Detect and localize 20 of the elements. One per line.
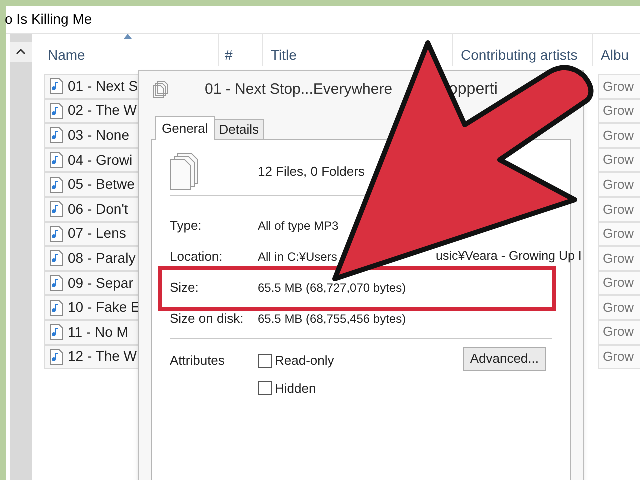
- table-cell: Grow: [598, 74, 640, 99]
- table-cell: Grow: [598, 295, 640, 320]
- table-cell: Grow: [598, 123, 640, 148]
- table-cell: Grow: [598, 98, 640, 124]
- field-value: All of type MP3: [258, 218, 339, 234]
- table-cell: Grow: [598, 196, 640, 222]
- table-cell: Grow: [598, 148, 640, 172]
- table-cell: Grow: [598, 320, 640, 345]
- field-value: usic¥Veara - Growing Up I: [436, 248, 582, 266]
- table-cell: Grow: [598, 270, 640, 296]
- field-value: 65.5 MB (68,727,070 bytes): [258, 280, 406, 296]
- summary-text: 12 Files, 0 Folders: [258, 162, 365, 181]
- table-cell: Grow: [598, 246, 640, 271]
- field-value: All in C:¥Users: [258, 248, 338, 266]
- window-title: o Is Killing Me: [5, 10, 92, 29]
- dialog-title: 01 - Next Stop...Everywhere: [205, 80, 393, 100]
- table-cell: Grow: [598, 344, 640, 370]
- table-cell: Grow: [598, 172, 640, 197]
- field-value: 65.5 MB (68,755,456 bytes): [258, 310, 406, 328]
- table-cell: Grow: [598, 222, 640, 246]
